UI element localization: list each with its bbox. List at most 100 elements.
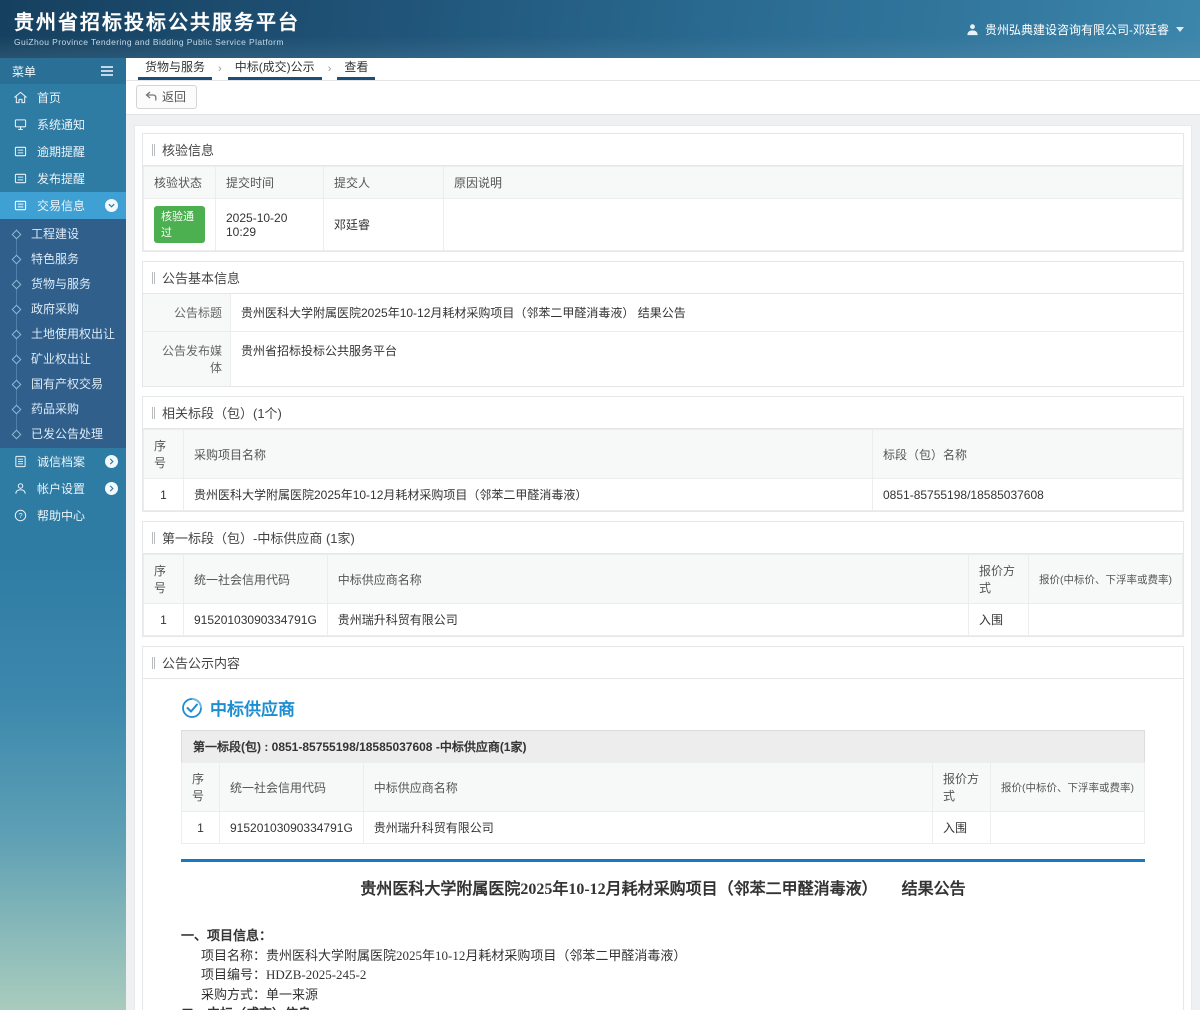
announcement-document: 贵州医科大学附属医院2025年10-12月耗材采购项目（邻苯二甲醛消毒液） 结果… bbox=[181, 878, 1145, 1010]
chevron-down-circle-icon bbox=[105, 199, 118, 212]
target-check-icon bbox=[181, 697, 203, 719]
doc-line: 项目编号：HDZB-2025-245-2 bbox=[201, 967, 367, 982]
submenu-item-land-use[interactable]: 土地使用权出让 bbox=[0, 321, 126, 346]
column-header: 原因说明 bbox=[443, 166, 1183, 199]
sidebar-item-credit-archive[interactable]: 诚信档案 bbox=[0, 448, 126, 475]
submenu-item-published-notices[interactable]: 已发公告处理 bbox=[0, 421, 126, 446]
submenu-item-drug-procurement[interactable]: 药品采购 bbox=[0, 396, 126, 421]
sidebar: 菜单 首页 系统通知 逾期提醒 发布提醒 交易信息 工程建设 特色服务 货物与服… bbox=[0, 58, 126, 1010]
sidebar-item-help-center[interactable]: ? 帮助中心 bbox=[0, 502, 126, 529]
column-header: 采购项目名称 bbox=[183, 429, 873, 479]
sidebar-item-home[interactable]: 首页 bbox=[0, 84, 126, 111]
main-content: 货物与服务 › 中标(成交)公示 › 查看 返回 核验信息 核验状态 提交时间 … bbox=[126, 58, 1200, 1010]
submenu-label: 货物与服务 bbox=[31, 277, 92, 291]
sidebar-item-label: 发布提醒 bbox=[37, 172, 86, 186]
submenu-item-special-services[interactable]: 特色服务 bbox=[0, 246, 126, 271]
section-title-marker bbox=[152, 143, 155, 156]
list-icon bbox=[13, 454, 28, 469]
section-basic-info: 公告基本信息 公告标题 贵州医科大学附属医院2025年10-12月耗材采购项目（… bbox=[142, 261, 1184, 387]
project-name: 贵州医科大学附属医院2025年10-12月耗材采购项目（邻苯二甲醛消毒液） bbox=[183, 478, 873, 511]
submenu-item-state-property[interactable]: 国有产权交易 bbox=[0, 371, 126, 396]
field-label: 公告发布媒体 bbox=[143, 332, 231, 386]
detail-panel: 核验信息 核验状态 提交时间 提交人 原因说明 核验通过 2025-10-20 … bbox=[134, 125, 1192, 1010]
row-index: 1 bbox=[143, 478, 184, 511]
submenu-label: 工程建设 bbox=[31, 227, 80, 241]
verification-table: 核验状态 提交时间 提交人 原因说明 核验通过 2025-10-20 10:29… bbox=[143, 166, 1183, 251]
doc-line: 一、项目信息： bbox=[181, 928, 273, 943]
section-title: 核验信息 bbox=[143, 134, 1183, 166]
doc-line: 二、中标（成交）信息 bbox=[181, 1004, 1145, 1010]
column-header: 序号 bbox=[143, 429, 184, 479]
column-header: 报价方式 bbox=[968, 554, 1029, 604]
sidebar-item-label: 逾期提醒 bbox=[37, 145, 86, 159]
app-title: 贵州省招标投标公共服务平台 bbox=[14, 12, 300, 34]
section-title: 公告公示内容 bbox=[143, 647, 1183, 679]
sidebar-item-label: 诚信档案 bbox=[37, 455, 86, 469]
submenu-label: 国有产权交易 bbox=[31, 377, 104, 391]
person-icon bbox=[13, 481, 28, 496]
hamburger-icon[interactable] bbox=[99, 64, 114, 79]
chevron-down-icon bbox=[1176, 26, 1184, 32]
app-header: 贵州省招标投标公共服务平台 GuiZhou Province Tendering… bbox=[0, 0, 1200, 58]
back-arrow-icon bbox=[145, 91, 157, 103]
column-header: 中标供应商名称 bbox=[362, 762, 934, 812]
sidebar-item-account-settings[interactable]: 帐户设置 bbox=[0, 475, 126, 502]
sidebar-submenu: 工程建设 特色服务 货物与服务 政府采购 土地使用权出让 矿业权出让 国有产权交… bbox=[0, 219, 126, 448]
sidebar-item-label: 系统通知 bbox=[37, 118, 86, 132]
sidebar-item-notifications[interactable]: 系统通知 bbox=[0, 111, 126, 138]
supplier-heading-text: 中标供应商 bbox=[210, 700, 295, 719]
user-name: 贵州弘典建设咨询有限公司-邓廷睿 bbox=[985, 22, 1169, 37]
sidebar-item-trade-info[interactable]: 交易信息 bbox=[0, 192, 126, 219]
reason bbox=[443, 198, 1183, 251]
field-label: 公告标题 bbox=[143, 294, 231, 331]
package-name: 0851-85755198/18585037608 bbox=[872, 478, 1183, 511]
doc-line: 项目名称：贵州医科大学附属医院2025年10-12月耗材采购项目（邻苯二甲醛消毒… bbox=[201, 947, 687, 963]
info-row: 公告标题 贵州医科大学附属医院2025年10-12月耗材采购项目（邻苯二甲醛消毒… bbox=[143, 294, 1183, 332]
submenu-item-goods-services[interactable]: 货物与服务 bbox=[0, 271, 126, 296]
breadcrumb-view[interactable]: 查看 bbox=[337, 55, 376, 80]
winning-supplier-table: 序号 统一社会信用代码 中标供应商名称 报价方式 报价(中标价、下浮率或费率) … bbox=[143, 554, 1183, 636]
back-button[interactable]: 返回 bbox=[136, 85, 198, 109]
submenu-item-mining-rights[interactable]: 矿业权出让 bbox=[0, 346, 126, 371]
user-icon bbox=[965, 22, 980, 37]
content-supplier-table: 序号 统一社会信用代码 中标供应商名称 报价方式 报价(中标价、下浮率或费率) … bbox=[181, 762, 1145, 844]
section-related-packages: 相关标段（包）(1个) 序号 采购项目名称 标段（包）名称 1 贵州医科大学附属… bbox=[142, 396, 1184, 512]
breadcrumb-goods-services[interactable]: 货物与服务 bbox=[138, 55, 213, 80]
breadcrumb-separator: › bbox=[327, 63, 332, 75]
publish-media-value: 贵州省招标投标公共服务平台 bbox=[241, 344, 398, 358]
sidebar-item-overdue-reminder[interactable]: 逾期提醒 bbox=[0, 138, 126, 165]
sidebar-menu-header: 菜单 bbox=[0, 58, 126, 84]
section-title: 公告基本信息 bbox=[143, 262, 1183, 294]
app-subtitle: GuiZhou Province Tendering and Bidding P… bbox=[14, 37, 284, 47]
submenu-item-gov-procurement[interactable]: 政府采购 bbox=[0, 296, 126, 321]
breadcrumb-award-notice[interactable]: 中标(成交)公示 bbox=[227, 55, 322, 80]
breadcrumb: 货物与服务 › 中标(成交)公示 › 查看 bbox=[126, 58, 1200, 81]
submenu-item-engineering[interactable]: 工程建设 bbox=[0, 221, 126, 246]
submenu-label: 政府采购 bbox=[31, 302, 80, 316]
blue-divider bbox=[181, 859, 1145, 862]
user-menu[interactable]: 贵州弘典建设咨询有限公司-邓廷睿 bbox=[965, 21, 1184, 38]
sidebar-item-publish-reminder[interactable]: 发布提醒 bbox=[0, 165, 126, 192]
column-header: 提交时间 bbox=[215, 166, 324, 199]
sidebar-item-label: 首页 bbox=[37, 91, 62, 105]
section-title-text: 公告基本信息 bbox=[162, 271, 241, 286]
quote-method: 入围 bbox=[968, 603, 1029, 636]
table-row: 1 贵州医科大学附属医院2025年10-12月耗材采购项目（邻苯二甲醛消毒液） … bbox=[143, 478, 1183, 511]
submit-time: 2025-10-20 10:29 bbox=[215, 198, 324, 251]
credit-code: 91520103090334791G bbox=[219, 811, 364, 844]
column-header: 提交人 bbox=[323, 166, 444, 199]
section-title-marker bbox=[152, 656, 155, 669]
section-title-text: 相关标段（包）(1个) bbox=[162, 406, 282, 421]
quote-price bbox=[990, 811, 1145, 844]
svg-text:?: ? bbox=[18, 511, 22, 520]
section-title-text: 第一标段（包）-中标供应商 (1家) bbox=[162, 531, 355, 546]
section-title-text: 公告公示内容 bbox=[162, 656, 241, 671]
folder-icon bbox=[13, 144, 28, 159]
package-bar: 第一标段(包) : 0851-85755198/18585037608 -中标供… bbox=[181, 730, 1145, 762]
section-title: 第一标段（包）-中标供应商 (1家) bbox=[143, 522, 1183, 554]
sidebar-item-label: 交易信息 bbox=[37, 199, 86, 213]
question-icon: ? bbox=[13, 508, 28, 523]
column-header: 统一社会信用代码 bbox=[183, 554, 328, 604]
page: 贵州省招标投标公共服务平台 GuiZhou Province Tendering… bbox=[0, 0, 1200, 1010]
submenu-label: 土地使用权出让 bbox=[31, 327, 116, 341]
